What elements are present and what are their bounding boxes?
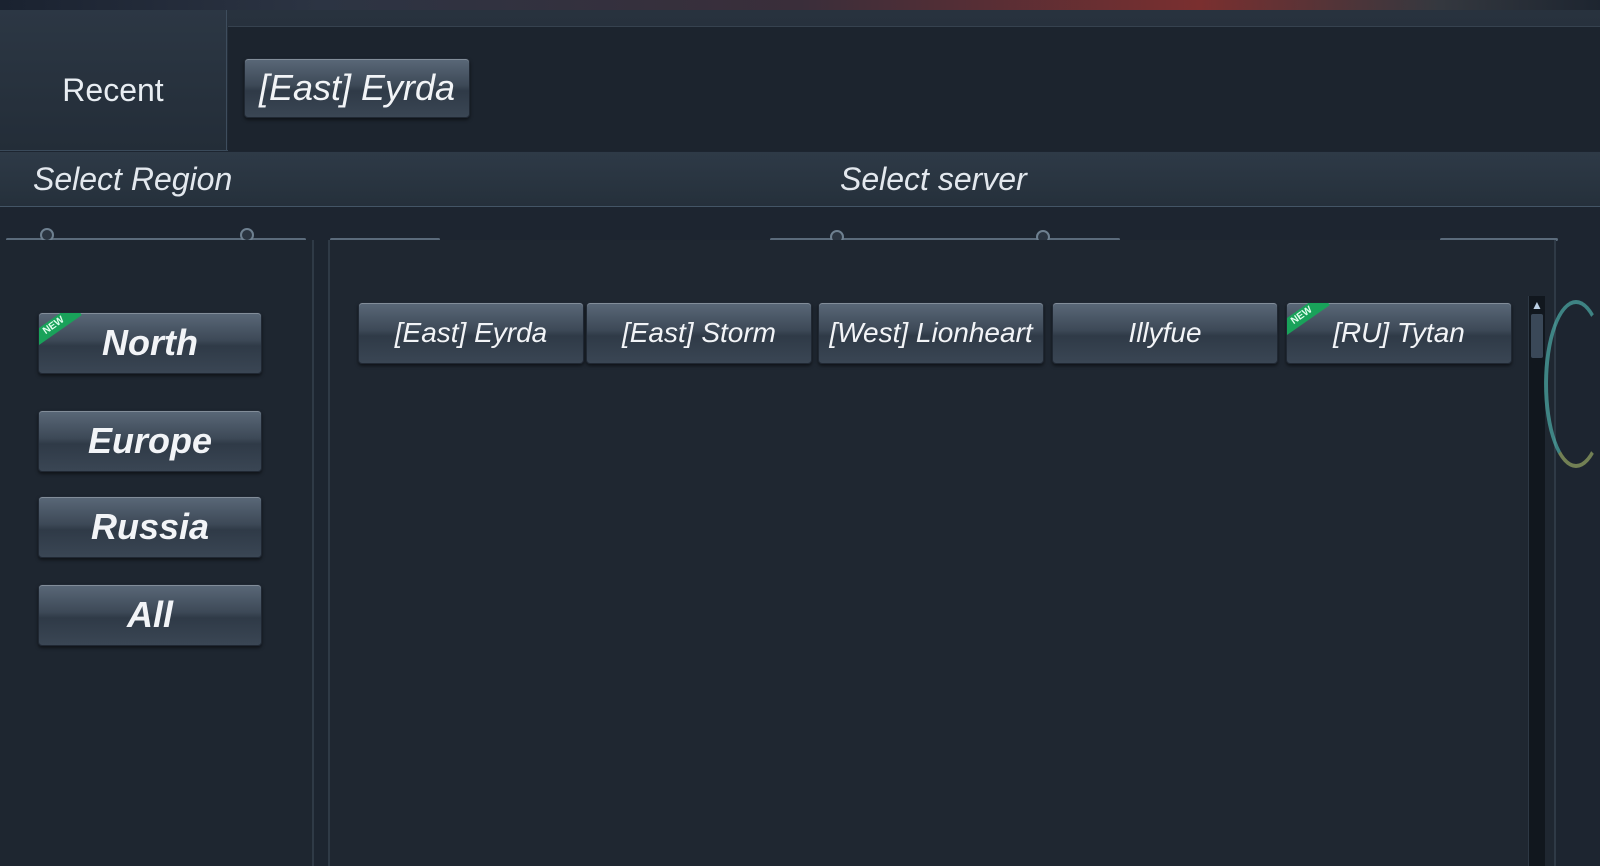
region-button-europe[interactable]: Europe	[38, 410, 262, 472]
recent-server-button[interactable]: [East] Eyrda	[244, 58, 470, 118]
scrollbar-thumb[interactable]	[1531, 314, 1543, 358]
top-banner-strip	[0, 0, 1600, 10]
arrow-up-icon[interactable]: ▲	[1531, 298, 1543, 312]
region-label: Europe	[87, 420, 212, 461]
region-button-north-america[interactable]: NEW North America	[38, 312, 262, 374]
selection-header: Select Region Select server	[0, 152, 1600, 207]
server-label: [West] Lionheart	[829, 317, 1033, 348]
magic-glow-decoration	[1544, 300, 1600, 468]
server-label: [RU] Tytan	[1333, 317, 1465, 348]
select-server-title: Select server	[840, 161, 1027, 197]
recent-label: Recent	[0, 10, 227, 150]
region-label: North America	[102, 322, 198, 363]
server-list-scrollbar[interactable]: ▲	[1528, 296, 1545, 866]
server-button-ru-tytan[interactable]: NEW [RU] Tytan	[1286, 302, 1512, 364]
new-badge: NEW	[1287, 303, 1330, 339]
server-label: Illyfue	[1128, 317, 1202, 348]
server-button-west-lionheart[interactable]: [West] Lionheart	[818, 302, 1044, 364]
server-button-east-storm[interactable]: [East] Storm	[586, 302, 812, 364]
new-badge: NEW	[39, 313, 82, 349]
server-button-illyfue[interactable]: Illyfue	[1052, 302, 1278, 364]
server-button-east-eyrda[interactable]: [East] Eyrda	[358, 302, 584, 364]
server-label: [East] Eyrda	[394, 317, 548, 348]
region-label: All	[126, 594, 173, 635]
region-button-russia[interactable]: Russia	[38, 496, 262, 558]
region-button-all[interactable]: All	[38, 584, 262, 646]
recent-bar: Recent	[0, 10, 1600, 151]
server-label: [East] Storm	[621, 317, 777, 348]
region-label: Russia	[90, 506, 210, 547]
select-region-title: Select Region	[33, 161, 233, 197]
